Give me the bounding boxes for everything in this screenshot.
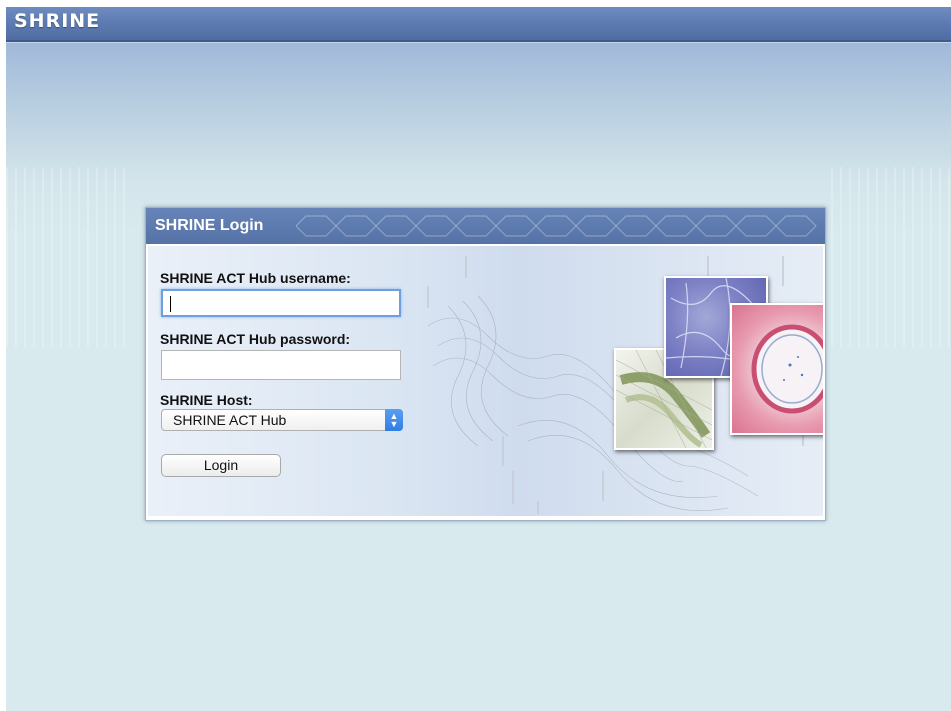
login-panel-title: SHRINE Login [155, 217, 264, 234]
decorative-stripes-right [831, 167, 951, 347]
login-panel-header: SHRINE Login [146, 208, 825, 244]
host-label: SHRINE Host: [160, 392, 253, 408]
login-button[interactable]: Login [161, 454, 281, 477]
decorative-stripes-left [6, 167, 126, 347]
host-select[interactable]: SHRINE ACT Hub ▲ ▼ [161, 409, 403, 431]
chevron-up-down-icon: ▲ ▼ [385, 409, 403, 431]
text-caret [170, 296, 171, 312]
app-header-bar: SHRINE [6, 7, 951, 42]
password-input[interactable] [161, 350, 401, 380]
username-label: SHRINE ACT Hub username: [160, 270, 351, 286]
hexagon-pattern-decoration [296, 215, 817, 237]
host-select-value: SHRINE ACT Hub [173, 412, 287, 428]
page-viewport: SHRINE SHRINE Login SHRINE ACT Hub usern… [6, 7, 951, 711]
medical-collage-image [418, 246, 823, 516]
tissue-histology-photo [730, 303, 823, 435]
login-panel: SHRINE Login SHRINE ACT Hub username: SH… [145, 207, 826, 521]
login-form: SHRINE ACT Hub username: SHRINE ACT Hub … [148, 246, 823, 516]
username-input[interactable] [161, 289, 401, 317]
app-title: SHRINE [14, 10, 101, 32]
password-label: SHRINE ACT Hub password: [160, 331, 351, 347]
